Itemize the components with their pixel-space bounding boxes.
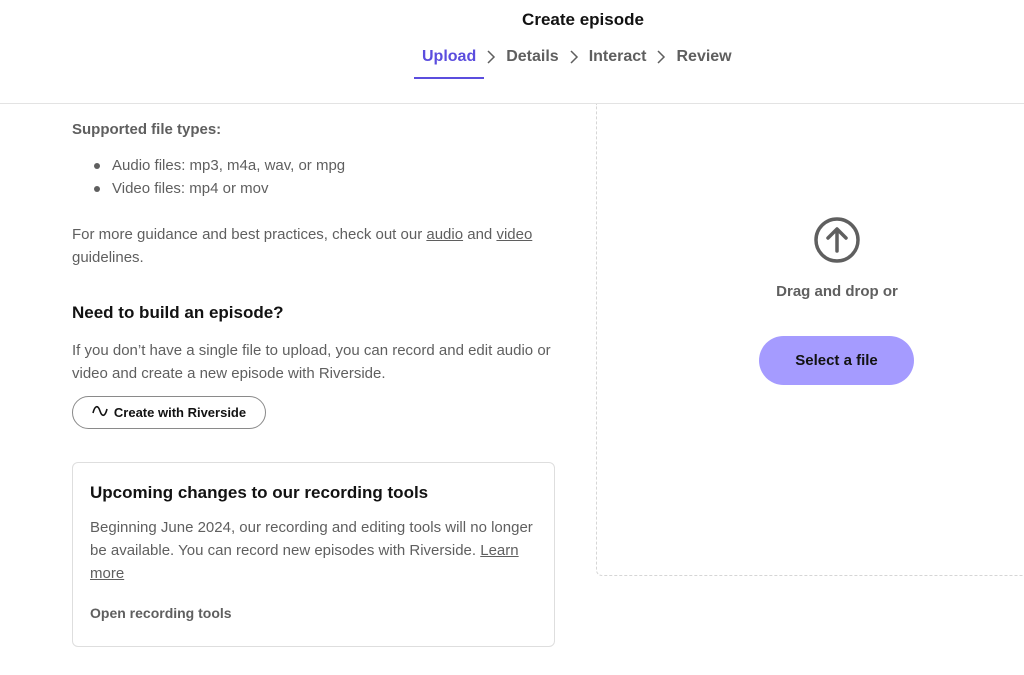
select-file-button[interactable]: Select a file [759,336,914,385]
chevron-right-icon [654,49,668,65]
page-header: Create episode Upload Details Interact R… [0,0,1024,104]
list-item: Audio files: mp3, m4a, wav, or mpg [94,154,345,177]
create-with-riverside-label: Create with Riverside [113,405,247,420]
upload-arrow-icon [813,216,861,269]
step-review[interactable]: Review [668,46,739,68]
step-interact[interactable]: Interact [581,46,655,68]
step-upload[interactable]: Upload [414,46,485,79]
step-navigation: Upload Details Interact Review [414,46,740,79]
recording-tools-notice: Upcoming changes to our recording tools … [72,462,555,647]
step-details[interactable]: Details [498,46,566,68]
video-guidelines-link[interactable]: video [496,226,532,243]
audio-guidelines-link[interactable]: audio [426,226,463,243]
guidance-text: For more guidance and best practices, ch… [72,226,533,266]
build-episode-heading: Need to build an episode? [72,303,284,322]
wave-icon [92,405,108,420]
list-item: Video files: mp4 or mov [94,177,345,200]
drag-drop-text: Drag and drop or [776,283,898,300]
chevron-right-icon [484,49,498,65]
build-episode-description: If you don’t have a single file to uploa… [72,342,551,382]
file-types-list: Audio files: mp3, m4a, wav, or mpg Video… [94,154,345,200]
notice-title: Upcoming changes to our recording tools [90,483,429,502]
create-with-riverside-button[interactable]: Create with Riverside [72,396,266,429]
open-recording-tools-link[interactable]: Open recording tools [90,605,232,621]
notice-text: Beginning June 2024, our recording and e… [90,519,533,582]
file-dropzone[interactable]: Drag and drop or Select a file [596,104,1024,576]
supported-types-title: Supported file types: [72,121,222,138]
page-title: Create episode [522,10,644,29]
chevron-right-icon [567,49,581,65]
